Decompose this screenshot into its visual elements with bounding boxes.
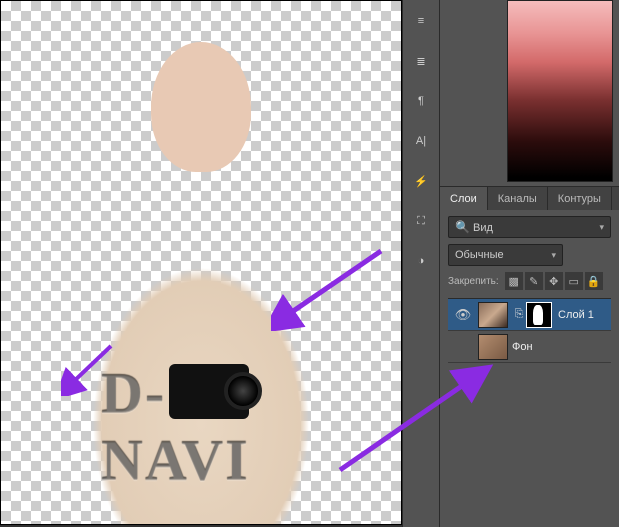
layer-list: 👁 ⎘ Слой 1 Фон xyxy=(448,298,611,527)
character-icon[interactable]: A| xyxy=(408,128,434,154)
panel-dock-strip: ≡ ≣ ¶ A| ⚡ ⛶ ◑ xyxy=(402,0,440,527)
layers-panel-tabs: Слои Каналы Контуры xyxy=(440,186,619,210)
link-icon: ⎘ xyxy=(512,308,526,321)
stamp-icon[interactable]: ⛶ xyxy=(408,208,434,234)
filter-label: Вид xyxy=(473,222,493,234)
lock-all-icon[interactable]: 🔒 xyxy=(585,272,603,290)
lock-pixels-icon[interactable]: ✎ xyxy=(525,272,543,290)
align-distribute-icon[interactable]: ≡ xyxy=(408,8,434,34)
tab-channels[interactable]: Каналы xyxy=(488,187,548,210)
chevron-down-icon: ▾ xyxy=(551,250,556,261)
watermark-text: D-NAVI xyxy=(101,360,301,494)
search-icon: 🔍 xyxy=(455,220,470,234)
layer-filter-select[interactable]: 🔍 Вид ▾ xyxy=(448,216,611,238)
layer-row[interactable]: Фон xyxy=(448,331,611,363)
lock-artboard-icon[interactable]: ▭ xyxy=(565,272,583,290)
flash-icon[interactable]: ⚡ xyxy=(408,168,434,194)
paragraph-icon[interactable]: ¶ xyxy=(408,88,434,114)
tab-layers[interactable]: Слои xyxy=(440,187,488,210)
lock-transparency-icon[interactable]: ▩ xyxy=(505,272,523,290)
blend-mode-select[interactable]: Обычные ▾ xyxy=(448,244,563,266)
history-icon[interactable]: ◑ xyxy=(408,248,434,274)
layer-row[interactable]: 👁 ⎘ Слой 1 xyxy=(448,299,611,331)
layer-name-label[interactable]: Фон xyxy=(512,341,533,353)
layers-panel-body: 🔍 Вид ▾ Обычные ▾ Закрепить: ▩ ✎ ✥ ▭ 🔒 👁… xyxy=(440,210,619,527)
lock-label: Закрепить: xyxy=(448,276,499,287)
visibility-toggle-icon[interactable]: 👁 xyxy=(452,307,474,323)
right-panels: Слои Каналы Контуры 🔍 Вид ▾ Обычные ▾ За… xyxy=(440,0,619,527)
color-gradient-swatch[interactable] xyxy=(507,0,613,182)
chevron-down-icon: ▾ xyxy=(599,222,604,233)
lock-position-icon[interactable]: ✥ xyxy=(545,272,563,290)
color-picker-panel[interactable] xyxy=(440,0,619,186)
tab-paths[interactable]: Контуры xyxy=(548,187,612,210)
blend-mode-label: Обычные xyxy=(455,249,504,261)
layer-thumbnail[interactable] xyxy=(478,334,508,360)
justify-icon[interactable]: ≣ xyxy=(408,48,434,74)
layer-mask-thumbnail[interactable] xyxy=(526,302,552,328)
layer-name-label[interactable]: Слой 1 xyxy=(558,309,594,321)
document-canvas[interactable]: D-NAVI xyxy=(0,0,402,525)
layer-thumbnail[interactable] xyxy=(478,302,508,328)
